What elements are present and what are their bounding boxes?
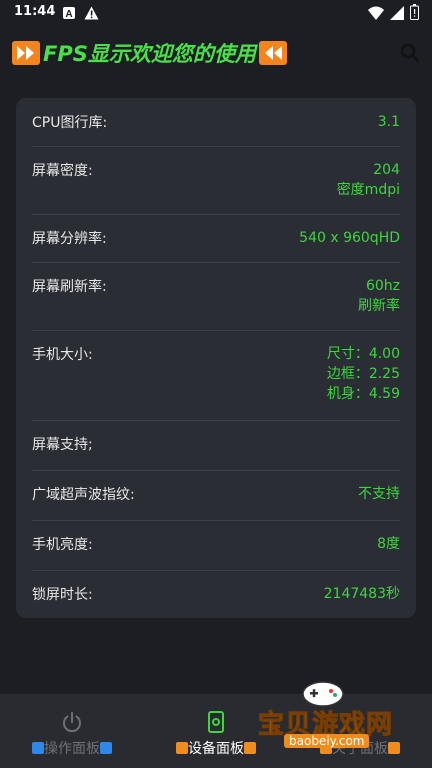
info-row-refresh-rate: 屏幕刷新率: 60hz 刷新率 — [32, 262, 400, 331]
info-value: 540 x 960qHD — [299, 228, 400, 248]
info-label: 锁屏时长: — [32, 587, 93, 603]
info-row-phone-size: 手机大小: 尺寸：4.00 边框：2.25 机身：4.59 — [32, 330, 400, 421]
info-value-line: 8度 — [377, 536, 400, 552]
info-label: 屏幕分辨率: — [32, 231, 107, 247]
nav-label: 操作面板 — [0, 738, 144, 758]
info-row-density: 屏幕密度: 204 密度mdpi — [32, 146, 400, 215]
app-bar: FPS显示欢迎您的使用 — [0, 30, 432, 80]
rewind-icon — [258, 41, 287, 65]
device-settings-icon — [204, 710, 228, 734]
info-value: 60hz 刷新率 — [358, 276, 400, 316]
info-value: 2147483秒 — [324, 584, 400, 604]
info-row-cpu: CPU图行库: 3.1 — [32, 98, 400, 147]
nav-label-text: 操作面板 — [44, 741, 100, 757]
info-row-fingerprint: 广域超声波指纹: 不支持 — [32, 470, 400, 521]
battery-icon — [410, 4, 419, 24]
status-bar: 11:44 A — [0, 0, 432, 24]
info-label: 手机大小: — [32, 347, 93, 363]
info-value-line: 2147483秒 — [323, 586, 400, 602]
app-title: FPS显示欢迎您的使用 — [12, 38, 287, 68]
info-row-screen-support: 屏幕支持; — [32, 420, 400, 471]
info-value: 不支持 — [358, 484, 400, 504]
info-label: 屏幕刷新率: — [32, 279, 107, 295]
info-value-line: 密度mdpi — [336, 182, 400, 198]
info-label: CPU图行库: — [32, 115, 108, 131]
wifi-icon — [368, 5, 384, 24]
info-row-resolution: 屏幕分辨率: 540 x 960qHD — [32, 214, 400, 263]
info-value-line: 边框：2.25 — [326, 366, 400, 382]
info-value-line: 不支持 — [358, 486, 400, 502]
power-icon — [60, 710, 84, 734]
info-label: 广域超声波指纹: — [32, 487, 135, 503]
info-value-line: 尺寸：4.00 — [326, 346, 400, 362]
info-value-line: 机身：4.59 — [326, 386, 400, 402]
info-value: 3.1 — [378, 112, 400, 132]
svg-text:A: A — [65, 9, 72, 20]
watermark-url: baobeiy.com — [284, 734, 370, 748]
info-value: 204 密度mdpi — [337, 160, 400, 200]
info-value: 尺寸：4.00 边框：2.25 机身：4.59 — [327, 344, 400, 404]
status-time: 11:44 — [14, 4, 56, 19]
watermark: 宝贝游戏网 baobeiy.com — [250, 676, 432, 768]
nav-operation-panel[interactable]: 操作面板 — [0, 694, 144, 768]
notification-a-icon: A — [62, 5, 76, 24]
info-value: 8度 — [377, 534, 400, 554]
info-value-line: 540 x 960qHD — [299, 230, 400, 246]
refresh-icon — [32, 742, 44, 754]
fast-forward-icon — [12, 41, 40, 65]
refresh-icon — [100, 742, 112, 754]
nav-label-text: 设备面板 — [188, 741, 244, 757]
info-label: 手机亮度: — [32, 537, 93, 553]
device-info-card: CPU图行库: 3.1 屏幕密度: 204 密度mdpi 屏幕分辨率: 540 … — [16, 98, 416, 618]
warning-icon — [84, 5, 99, 24]
info-label: 屏幕支持; — [32, 437, 93, 453]
info-value-line: 刷新率 — [358, 298, 400, 314]
app-title-text: FPS显示欢迎您的使用 — [43, 42, 256, 66]
info-value-line: 3.1 — [377, 114, 400, 130]
info-row-brightness: 手机亮度: 8度 — [32, 520, 400, 571]
info-value-line: 60hz — [365, 278, 400, 294]
stop-icon — [176, 742, 188, 754]
info-row-lock-time: 锁屏时长: 2147483秒 — [32, 570, 400, 618]
info-label: 屏幕密度: — [32, 163, 93, 179]
info-value-line: 204 — [373, 162, 400, 178]
search-icon[interactable] — [398, 41, 422, 65]
signal-icon — [390, 5, 404, 24]
